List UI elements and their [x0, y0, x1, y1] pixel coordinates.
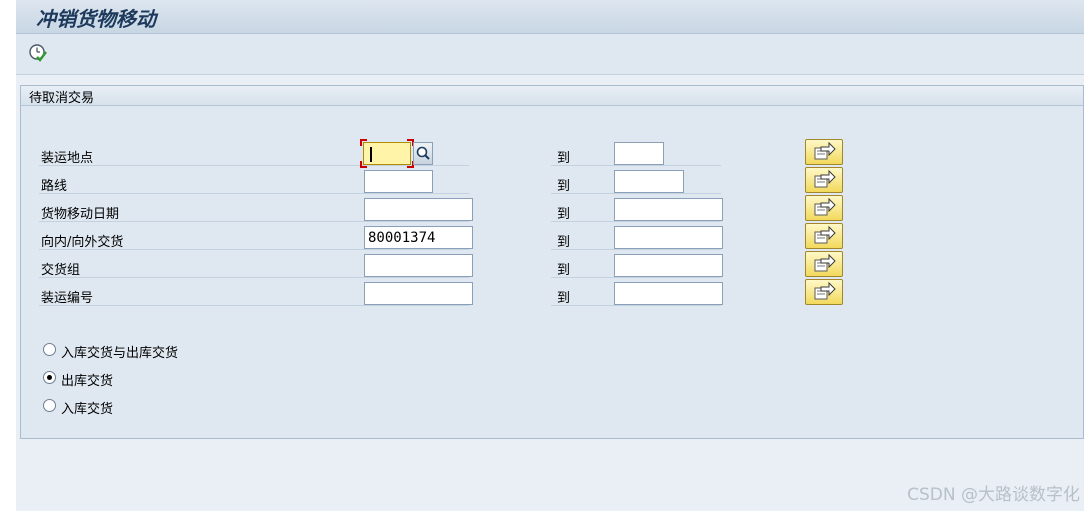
row-label: 路线	[41, 179, 68, 194]
to-label: 到	[557, 179, 571, 194]
row-label: 向内/向外交货	[41, 235, 124, 250]
clock-check-icon[interactable]	[28, 43, 48, 63]
main-content: 待取消交易 装运地点 到 路线 到 货物移动日期 到 向内/向外交货 80001…	[16, 75, 1084, 511]
selection-row-shipment-number: 装运编号 到	[21, 278, 1083, 306]
left-margin	[0, 0, 16, 511]
title-bar: 冲销货物移动	[16, 0, 1084, 34]
row-label: 装运编号	[41, 291, 94, 306]
selection-row-delivery-group: 交货组 到	[21, 250, 1083, 278]
radio-label: 入库交货	[61, 402, 114, 417]
groupbox-header: 待取消交易	[21, 86, 1083, 106]
selection-row-delivery: 向内/向外交货 80001374 到	[21, 222, 1083, 250]
row-divider	[39, 305, 469, 306]
goods-movement-date-to-input[interactable]	[614, 198, 723, 221]
radio-button-selected[interactable]	[43, 371, 56, 384]
shipping-point-to-input[interactable]	[614, 142, 664, 165]
shipping-point-from-input[interactable]	[363, 142, 411, 165]
to-label: 到	[557, 207, 571, 222]
goods-movement-date-from-input[interactable]	[364, 198, 473, 221]
multiple-selection-button[interactable]	[805, 223, 843, 249]
page-title: 冲销货物移动	[36, 7, 156, 31]
watermark: CSDN @大路谈数字化	[907, 485, 1080, 505]
row-label: 交货组	[41, 263, 81, 278]
multiple-selection-arrow-icon	[814, 281, 836, 300]
value-help-button[interactable]	[413, 142, 433, 165]
search-icon	[416, 146, 430, 160]
multiple-selection-button[interactable]	[805, 167, 843, 193]
multiple-selection-button[interactable]	[805, 139, 843, 165]
text-cursor	[370, 147, 372, 162]
delivery-to-input[interactable]	[614, 226, 723, 249]
delivery-from-value: 80001374	[368, 230, 436, 246]
row-label: 货物移动日期	[41, 207, 120, 222]
radio-button[interactable]	[43, 343, 56, 356]
selection-row-shipping-point: 装运地点 到	[21, 138, 1083, 168]
radio-label: 入库交货与出库交货	[61, 346, 179, 361]
multiple-selection-button[interactable]	[805, 195, 843, 221]
application-toolbar	[16, 34, 1084, 75]
selection-row-route: 路线 到	[21, 166, 1083, 194]
groupbox-title: 待取消交易	[29, 91, 95, 106]
delivery-group-to-input[interactable]	[614, 254, 723, 277]
to-label: 到	[557, 151, 571, 166]
radio-button[interactable]	[43, 399, 56, 412]
to-label: 到	[557, 263, 571, 278]
multiple-selection-arrow-icon	[814, 253, 836, 272]
selection-row-goods-movement-date: 货物移动日期 到	[21, 194, 1083, 222]
route-from-input[interactable]	[364, 170, 433, 193]
multiple-selection-arrow-icon	[814, 141, 836, 160]
multiple-selection-arrow-icon	[814, 169, 836, 188]
row-label: 装运地点	[41, 151, 94, 166]
transactions-groupbox: 待取消交易 装运地点 到 路线 到 货物移动日期 到 向内/向外交货 80001…	[20, 85, 1084, 439]
shipment-number-from-input[interactable]	[364, 282, 473, 305]
multiple-selection-button[interactable]	[805, 279, 843, 305]
delivery-from-input[interactable]: 80001374	[364, 226, 473, 249]
delivery-group-from-input[interactable]	[364, 254, 473, 277]
to-label: 到	[557, 291, 571, 306]
radio-label: 出库交货	[61, 374, 114, 389]
shipment-number-to-input[interactable]	[614, 282, 723, 305]
multiple-selection-button[interactable]	[805, 251, 843, 277]
multiple-selection-arrow-icon	[814, 197, 836, 216]
to-label: 到	[557, 235, 571, 250]
route-to-input[interactable]	[614, 170, 684, 193]
multiple-selection-arrow-icon	[814, 225, 836, 244]
row-divider	[551, 305, 721, 306]
